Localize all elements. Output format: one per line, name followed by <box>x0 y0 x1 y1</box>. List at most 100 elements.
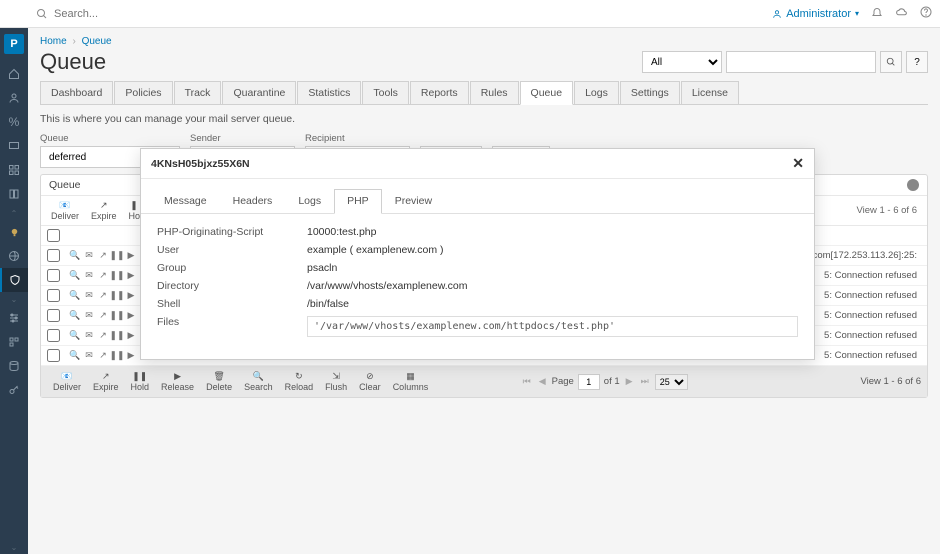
panel-collapse-icon[interactable] <box>907 179 919 191</box>
search-icon <box>36 8 48 20</box>
message-detail-modal: 4KNsH05bjxz55X6N ✕ Message Headers Logs … <box>140 148 815 360</box>
prop-script-label: PHP-Originating-Script <box>157 226 307 238</box>
modal-title: 4KNsH05bjxz55X6N <box>151 158 792 170</box>
nav-users[interactable] <box>0 86 28 110</box>
prop-shell-value: /bin/false <box>307 298 798 310</box>
tab-statistics[interactable]: Statistics <box>297 81 361 104</box>
sidebar-chev-down[interactable]: ⌄ <box>0 292 28 306</box>
title-filter-input[interactable] <box>726 51 876 73</box>
page-last[interactable]: ⏭ <box>639 376 651 387</box>
view-info-bottom: View 1 - 6 of 6 <box>860 376 921 387</box>
modal-tab-php[interactable]: PHP <box>334 189 382 214</box>
user-icon <box>772 9 782 19</box>
row-external-icon[interactable]: ↗ <box>98 251 108 261</box>
foot-delete[interactable]: 🗑Delete <box>200 369 238 394</box>
row-checkbox[interactable] <box>47 329 60 342</box>
user-menu[interactable]: Administrator ▾ <box>772 8 859 20</box>
select-all-checkbox[interactable] <box>47 229 60 242</box>
bell-icon[interactable] <box>871 5 883 23</box>
title-search-btn[interactable] <box>880 51 902 73</box>
modal-close-icon[interactable]: ✕ <box>792 155 804 172</box>
tab-track[interactable]: Track <box>174 81 222 104</box>
page-prev[interactable]: ◀ <box>537 376 548 387</box>
row-checkbox[interactable] <box>47 309 60 322</box>
tab-quarantine[interactable]: Quarantine <box>222 81 296 104</box>
foot-reload[interactable]: ↻Reload <box>279 369 320 394</box>
prop-dir-label: Directory <box>157 280 307 292</box>
tab-reports[interactable]: Reports <box>410 81 469 104</box>
breadcrumb-queue[interactable]: Queue <box>82 36 112 47</box>
view-info-top: View 1 - 6 of 6 <box>856 205 923 216</box>
logo[interactable]: P <box>4 34 24 54</box>
nav-monitor[interactable] <box>0 134 28 158</box>
title-filter-select[interactable]: All <box>642 51 722 73</box>
page-desc: This is where you can manage your mail s… <box>40 113 928 125</box>
page-of: of 1 <box>604 376 620 387</box>
page-label: Page <box>552 376 574 387</box>
tab-rules[interactable]: Rules <box>470 81 519 104</box>
nav-db[interactable] <box>0 354 28 378</box>
nav-grid[interactable] <box>0 158 28 182</box>
foot-search[interactable]: 🔍Search <box>238 369 279 394</box>
nav-home[interactable] <box>0 62 28 86</box>
prop-files-input[interactable] <box>307 316 798 337</box>
tab-settings[interactable]: Settings <box>620 81 680 104</box>
page-first[interactable]: ⏮ <box>521 376 533 387</box>
row-play-icon[interactable]: ▶ <box>126 251 136 261</box>
nav-percent[interactable]: % <box>0 110 28 134</box>
tool-deliver[interactable]: 📧Deliver <box>45 198 85 223</box>
row-checkbox[interactable] <box>47 349 60 362</box>
filter-recipient-label: Recipient <box>305 133 410 144</box>
breadcrumb-home[interactable]: Home <box>40 36 67 47</box>
footer-bar: 📧Deliver ↗Expire ❚❚Hold ▶Release 🗑Delete… <box>41 366 927 397</box>
prop-group-label: Group <box>157 262 307 274</box>
row-checkbox[interactable] <box>47 289 60 302</box>
user-label: Administrator <box>786 8 851 20</box>
page-input[interactable] <box>578 374 600 390</box>
nav-key[interactable] <box>0 378 28 402</box>
foot-release[interactable]: ▶Release <box>155 369 200 394</box>
row-checkbox[interactable] <box>47 249 60 262</box>
foot-flush[interactable]: ⇲Flush <box>319 369 353 394</box>
nav-sliders[interactable] <box>0 306 28 330</box>
sidebar-chev-bottom[interactable]: ⌄ <box>0 540 28 554</box>
tab-dashboard[interactable]: Dashboard <box>40 81 113 104</box>
prop-script-value: 10000:test.php <box>307 226 798 238</box>
nav-shield[interactable] <box>0 268 28 292</box>
nav-apps[interactable] <box>0 330 28 354</box>
modal-tab-preview[interactable]: Preview <box>382 189 445 213</box>
page-size-select[interactable]: 25 <box>655 374 688 390</box>
global-search-input[interactable] <box>54 8 354 20</box>
row-checkbox[interactable] <box>47 269 60 282</box>
prop-shell-label: Shell <box>157 298 307 310</box>
prop-files-label: Files <box>157 316 307 337</box>
nav-bulb[interactable] <box>0 220 28 244</box>
tab-queue[interactable]: Queue <box>520 81 574 105</box>
title-help-btn[interactable]: ? <box>906 51 928 73</box>
cloud-icon[interactable] <box>895 5 908 23</box>
row-mail-icon[interactable]: ✉ <box>84 251 94 261</box>
tab-license[interactable]: License <box>681 81 739 104</box>
topbar: Administrator ▾ <box>0 0 940 28</box>
modal-tabs: Message Headers Logs PHP Preview <box>141 179 814 214</box>
foot-hold[interactable]: ❚❚Hold <box>125 369 156 394</box>
tab-policies[interactable]: Policies <box>114 81 172 104</box>
tool-expire[interactable]: ↗Expire <box>85 198 123 223</box>
modal-tab-headers[interactable]: Headers <box>220 189 286 213</box>
foot-expire[interactable]: ↗Expire <box>87 369 125 394</box>
row-pause-icon[interactable]: ❚❚ <box>112 251 122 261</box>
tab-tools[interactable]: Tools <box>362 81 409 104</box>
foot-deliver[interactable]: 📧Deliver <box>47 369 87 394</box>
page-next[interactable]: ▶ <box>624 376 635 387</box>
tab-logs[interactable]: Logs <box>574 81 619 104</box>
row-view-icon[interactable]: 🔍 <box>70 251 80 261</box>
foot-columns[interactable]: ▦Columns <box>387 369 435 394</box>
help-icon[interactable] <box>920 5 932 23</box>
foot-clear[interactable]: ⊘Clear <box>353 369 387 394</box>
nav-globe[interactable] <box>0 244 28 268</box>
modal-tab-message[interactable]: Message <box>151 189 220 213</box>
sidebar-chev-up[interactable]: ⌃ <box>0 206 28 220</box>
modal-tab-logs[interactable]: Logs <box>285 189 334 213</box>
prop-user-label: User <box>157 244 307 256</box>
nav-book[interactable] <box>0 182 28 206</box>
